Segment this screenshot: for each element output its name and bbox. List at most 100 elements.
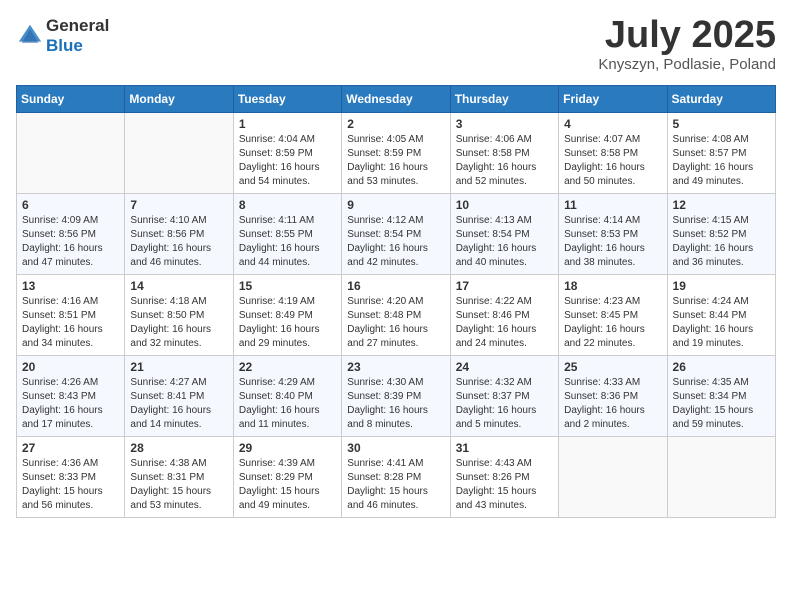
location-title: Knyszyn, Podlasie, Poland <box>598 56 776 73</box>
day-info: Sunrise: 4:11 AM Sunset: 8:55 PM Dayligh… <box>239 214 336 270</box>
day-info: Sunrise: 4:26 AM Sunset: 8:43 PM Dayligh… <box>22 376 119 432</box>
calendar-header-sunday: Sunday <box>17 86 125 113</box>
day-info: Sunrise: 4:35 AM Sunset: 8:34 PM Dayligh… <box>673 376 770 432</box>
day-info: Sunrise: 4:04 AM Sunset: 8:59 PM Dayligh… <box>239 133 336 189</box>
day-number: 30 <box>347 441 444 455</box>
day-number: 27 <box>22 441 119 455</box>
day-info: Sunrise: 4:41 AM Sunset: 8:28 PM Dayligh… <box>347 457 444 513</box>
calendar-cell: 31Sunrise: 4:43 AM Sunset: 8:26 PM Dayli… <box>450 437 558 518</box>
day-info: Sunrise: 4:39 AM Sunset: 8:29 PM Dayligh… <box>239 457 336 513</box>
calendar-cell: 15 Sunrise: 4:19 AM Sunset: 8:49 PM Dayli… <box>233 275 341 356</box>
day-number: 13 <box>22 279 119 293</box>
calendar-cell: 9Sunrise: 4:12 AM Sunset: 8:54 PM Daylig… <box>342 194 450 275</box>
day-info: Sunrise: 4:13 AM Sunset: 8:54 PM Dayligh… <box>456 214 553 270</box>
calendar-cell: 19Sunrise: 4:24 AM Sunset: 8:44 PM Dayli… <box>667 275 775 356</box>
day-number: 12 <box>673 198 770 212</box>
calendar-week-row: 1 Sunrise: 4:04 AM Sunset: 8:59 PM Daylig… <box>17 113 776 194</box>
day-info: Sunrise: 4:36 AM Sunset: 8:33 PM Dayligh… <box>22 457 119 513</box>
day-info: Sunrise: 4:05 AM Sunset: 8:59 PM Dayligh… <box>347 133 444 189</box>
day-info: Sunrise: 4:29 AM Sunset: 8:40 PM Dayligh… <box>239 376 336 432</box>
calendar-cell: 8 Sunrise: 4:11 AM Sunset: 8:55 PM Daylig… <box>233 194 341 275</box>
calendar-cell: 21 Sunrise: 4:27 AM Sunset: 8:41 PM Dayli… <box>125 356 233 437</box>
day-info: Sunrise: 4:09 AM Sunset: 8:56 PM Dayligh… <box>22 214 119 270</box>
calendar-cell: 24 Sunrise: 4:32 AM Sunset: 8:37 PM Dayli… <box>450 356 558 437</box>
day-number: 21 <box>130 360 227 374</box>
day-number: 26 <box>673 360 770 374</box>
calendar-cell: 22Sunrise: 4:29 AM Sunset: 8:40 PM Dayli… <box>233 356 341 437</box>
calendar-header-saturday: Saturday <box>667 86 775 113</box>
calendar-header-friday: Friday <box>559 86 667 113</box>
day-number: 2 <box>347 117 444 131</box>
day-number: 20 <box>22 360 119 374</box>
day-number: 1 <box>239 117 336 131</box>
day-number: 11 <box>564 198 661 212</box>
calendar-week-row: 6Sunrise: 4:09 AM Sunset: 8:56 PM Daylig… <box>17 194 776 275</box>
calendar-cell: 20 Sunrise: 4:26 AM Sunset: 8:43 PM Dayli… <box>17 356 125 437</box>
calendar-cell <box>125 113 233 194</box>
day-info: Sunrise: 4:06 AM Sunset: 8:58 PM Dayligh… <box>456 133 553 189</box>
calendar-cell: 10 Sunrise: 4:13 AM Sunset: 8:54 PM Dayli… <box>450 194 558 275</box>
calendar-cell <box>559 437 667 518</box>
logo-blue-text: Blue <box>46 36 83 55</box>
day-info: Sunrise: 4:30 AM Sunset: 8:39 PM Dayligh… <box>347 376 444 432</box>
day-number: 4 <box>564 117 661 131</box>
day-info: Sunrise: 4:38 AM Sunset: 8:31 PM Dayligh… <box>130 457 227 513</box>
calendar-cell: 17 Sunrise: 4:22 AM Sunset: 8:46 PM Dayli… <box>450 275 558 356</box>
title-block: July 2025 Knyszyn, Podlasie, Poland <box>598 16 776 73</box>
day-info: Sunrise: 4:14 AM Sunset: 8:53 PM Dayligh… <box>564 214 661 270</box>
calendar-cell: 6Sunrise: 4:09 AM Sunset: 8:56 PM Daylig… <box>17 194 125 275</box>
day-number: 16 <box>347 279 444 293</box>
logo-icon <box>16 22 44 50</box>
day-info: Sunrise: 4:32 AM Sunset: 8:37 PM Dayligh… <box>456 376 553 432</box>
calendar-cell <box>17 113 125 194</box>
day-number: 29 <box>239 441 336 455</box>
calendar-cell: 11 Sunrise: 4:14 AM Sunset: 8:53 PM Dayli… <box>559 194 667 275</box>
day-number: 17 <box>456 279 553 293</box>
day-info: Sunrise: 4:24 AM Sunset: 8:44 PM Dayligh… <box>673 295 770 351</box>
calendar-header-thursday: Thursday <box>450 86 558 113</box>
calendar-cell: 25 Sunrise: 4:33 AM Sunset: 8:36 PM Dayli… <box>559 356 667 437</box>
calendar-cell: 13 Sunrise: 4:16 AM Sunset: 8:51 PM Dayli… <box>17 275 125 356</box>
day-number: 24 <box>456 360 553 374</box>
day-number: 28 <box>130 441 227 455</box>
calendar-cell: 29 Sunrise: 4:39 AM Sunset: 8:29 PM Dayli… <box>233 437 341 518</box>
day-number: 23 <box>347 360 444 374</box>
calendar-cell: 26 Sunrise: 4:35 AM Sunset: 8:34 PM Dayli… <box>667 356 775 437</box>
day-info: Sunrise: 4:07 AM Sunset: 8:58 PM Dayligh… <box>564 133 661 189</box>
day-info: Sunrise: 4:23 AM Sunset: 8:45 PM Dayligh… <box>564 295 661 351</box>
day-info: Sunrise: 4:27 AM Sunset: 8:41 PM Dayligh… <box>130 376 227 432</box>
day-info: Sunrise: 4:08 AM Sunset: 8:57 PM Dayligh… <box>673 133 770 189</box>
day-number: 18 <box>564 279 661 293</box>
calendar-cell: 5 Sunrise: 4:08 AM Sunset: 8:57 PM Daylig… <box>667 113 775 194</box>
month-title: July 2025 <box>598 16 776 54</box>
calendar-cell: 16 Sunrise: 4:20 AM Sunset: 8:48 PM Dayli… <box>342 275 450 356</box>
day-number: 5 <box>673 117 770 131</box>
calendar-cell: 2 Sunrise: 4:05 AM Sunset: 8:59 PM Daylig… <box>342 113 450 194</box>
calendar-cell: 28 Sunrise: 4:38 AM Sunset: 8:31 PM Dayli… <box>125 437 233 518</box>
day-number: 10 <box>456 198 553 212</box>
calendar-cell: 4 Sunrise: 4:07 AM Sunset: 8:58 PM Daylig… <box>559 113 667 194</box>
day-info: Sunrise: 4:16 AM Sunset: 8:51 PM Dayligh… <box>22 295 119 351</box>
calendar-cell: 18 Sunrise: 4:23 AM Sunset: 8:45 PM Dayli… <box>559 275 667 356</box>
calendar-cell: 1 Sunrise: 4:04 AM Sunset: 8:59 PM Daylig… <box>233 113 341 194</box>
day-number: 3 <box>456 117 553 131</box>
day-info: Sunrise: 4:19 AM Sunset: 8:49 PM Dayligh… <box>239 295 336 351</box>
calendar-week-row: 20 Sunrise: 4:26 AM Sunset: 8:43 PM Dayli… <box>17 356 776 437</box>
day-info: Sunrise: 4:20 AM Sunset: 8:48 PM Dayligh… <box>347 295 444 351</box>
page-header: General Blue July 2025 Knyszyn, Podlasie… <box>16 16 776 73</box>
day-info: Sunrise: 4:15 AM Sunset: 8:52 PM Dayligh… <box>673 214 770 270</box>
day-number: 15 <box>239 279 336 293</box>
day-number: 25 <box>564 360 661 374</box>
day-info: Sunrise: 4:10 AM Sunset: 8:56 PM Dayligh… <box>130 214 227 270</box>
day-number: 14 <box>130 279 227 293</box>
day-number: 7 <box>130 198 227 212</box>
day-info: Sunrise: 4:22 AM Sunset: 8:46 PM Dayligh… <box>456 295 553 351</box>
day-info: Sunrise: 4:33 AM Sunset: 8:36 PM Dayligh… <box>564 376 661 432</box>
day-number: 9 <box>347 198 444 212</box>
calendar-header-wednesday: Wednesday <box>342 86 450 113</box>
day-info: Sunrise: 4:18 AM Sunset: 8:50 PM Dayligh… <box>130 295 227 351</box>
calendar-cell: 12 Sunrise: 4:15 AM Sunset: 8:52 PM Dayli… <box>667 194 775 275</box>
calendar-cell: 27 Sunrise: 4:36 AM Sunset: 8:33 PM Dayli… <box>17 437 125 518</box>
calendar-cell: 30 Sunrise: 4:41 AM Sunset: 8:28 PM Dayli… <box>342 437 450 518</box>
day-number: 8 <box>239 198 336 212</box>
